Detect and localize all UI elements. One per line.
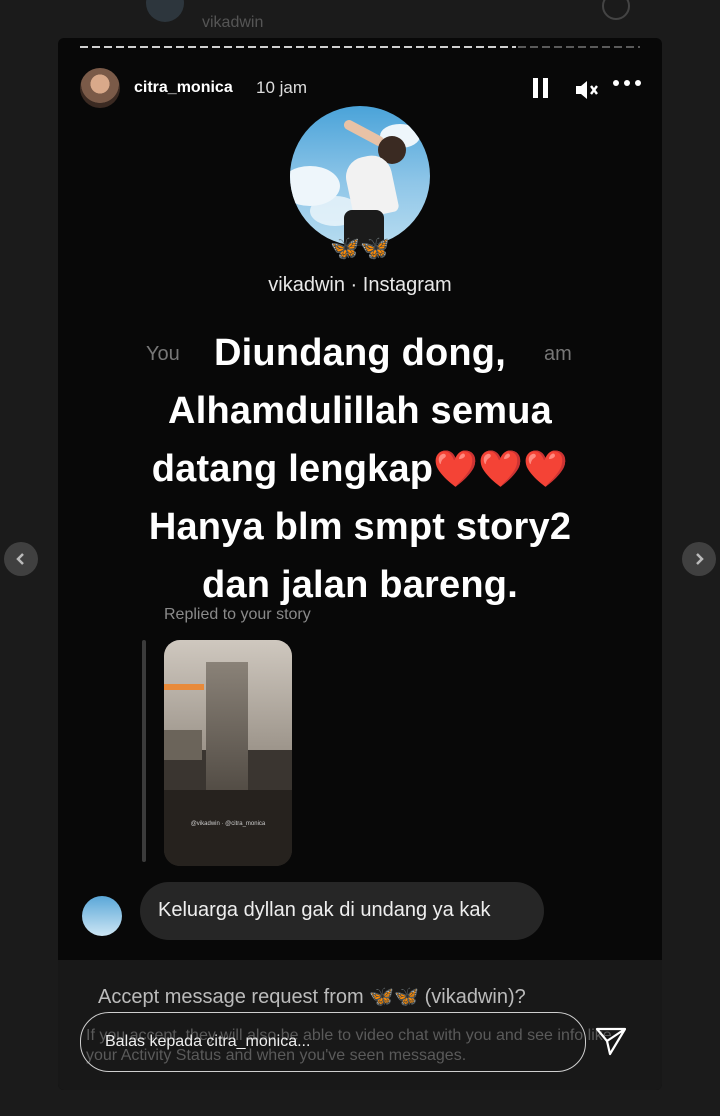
replied-label: Replied to your story [164, 606, 311, 623]
previous-story-button[interactable] [4, 542, 38, 576]
reply-indicator-bar [142, 640, 146, 862]
sender-avatar [82, 896, 122, 936]
story-viewer: citra_monica 10 jam 🦋🦋 vikadwin · Instag… [58, 38, 662, 1090]
story-caption: Diundang dong, Alhamdulillah semua datan… [58, 324, 662, 614]
dm-account-line: vikadwin · Instagram [268, 274, 452, 296]
caption-line-4: Hanya blm smpt story2 [148, 506, 572, 548]
message-text: Keluarga dyllan gak di undang ya kak [158, 899, 491, 921]
message-request-footer: Accept message request from 🦋🦋 (vikadwin… [58, 960, 662, 1090]
chevron-left-icon [16, 553, 24, 565]
previous-username: vikadwin [202, 14, 264, 31]
progress-segment-remaining [517, 46, 640, 48]
request-suffix: (vikadwin)? [424, 986, 526, 1008]
request-prompt: Accept message request from 🦋🦋 (vikadwin… [98, 984, 526, 1009]
caption-line-1: Diundang dong, [214, 332, 506, 374]
chevron-right-icon [696, 553, 704, 565]
dm-profile-picture [290, 106, 430, 246]
previous-options-icon [602, 0, 630, 20]
message-bubble: Keluarga dyllan gak di undang ya kak [140, 882, 544, 940]
next-story-button[interactable] [682, 542, 716, 576]
previous-avatar [146, 0, 184, 22]
reply-placeholder: Balas kepada citra_monica... [105, 1033, 311, 1050]
caption-line-3-text: datang lengkap [151, 448, 434, 490]
caption-line-2: Alhamdulillah semua [168, 390, 552, 432]
request-prefix: Accept message request from [98, 986, 364, 1008]
thumbnail-caption: @vikadwin · @citra_monica [190, 821, 266, 827]
butterfly-icon: 🦋🦋 [330, 235, 390, 262]
story-username[interactable]: citra_monica [134, 79, 233, 97]
caption-line-3: datang lengkap❤️❤️❤️ [58, 440, 662, 498]
reply-input[interactable]: Balas kepada citra_monica... [80, 1012, 586, 1072]
butterfly-icon: 🦋🦋 [369, 986, 420, 1008]
caption-line-5: dan jalan bareng. [202, 564, 518, 606]
send-icon[interactable] [594, 1024, 628, 1058]
heart-icon: ❤️❤️❤️ [433, 448, 569, 489]
pause-icon[interactable] [533, 78, 557, 100]
avatar[interactable] [80, 68, 120, 108]
story-progress-bar [80, 46, 640, 52]
progress-segment-viewed [80, 46, 516, 48]
mute-icon[interactable] [574, 78, 600, 107]
more-options-icon[interactable] [612, 74, 642, 92]
story-timestamp: 10 jam [256, 78, 308, 97]
story-reply-thumbnail[interactable]: @vikadwin · @citra_monica [164, 640, 292, 866]
previous-story-header: vikadwin [140, 0, 640, 36]
